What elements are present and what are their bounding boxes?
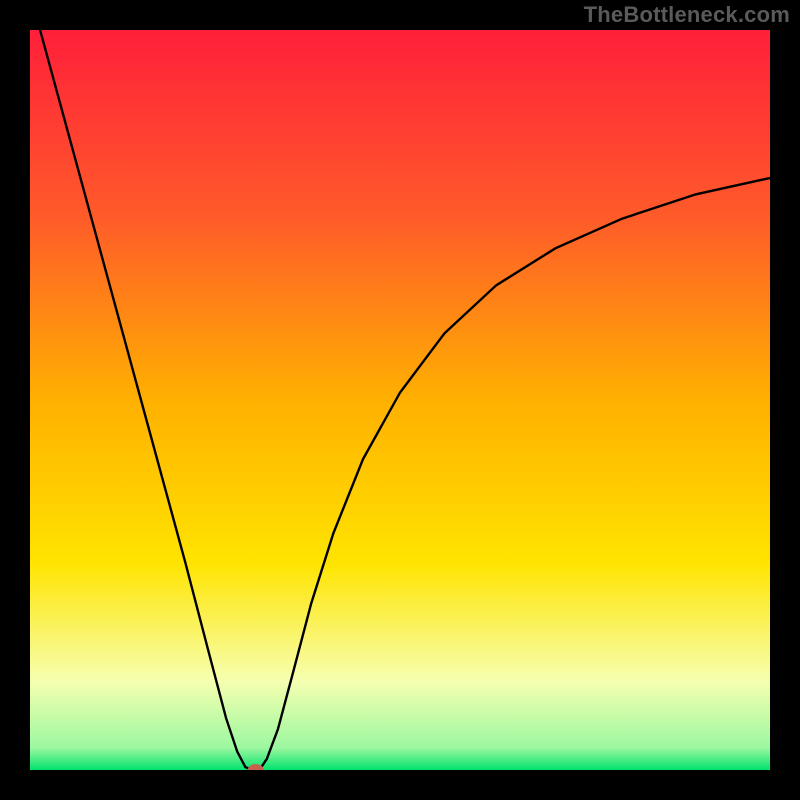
watermark-text: TheBottleneck.com [584, 2, 790, 28]
chart-frame: TheBottleneck.com [0, 0, 800, 800]
chart-svg [30, 30, 770, 770]
chart-plot-area [30, 30, 770, 770]
